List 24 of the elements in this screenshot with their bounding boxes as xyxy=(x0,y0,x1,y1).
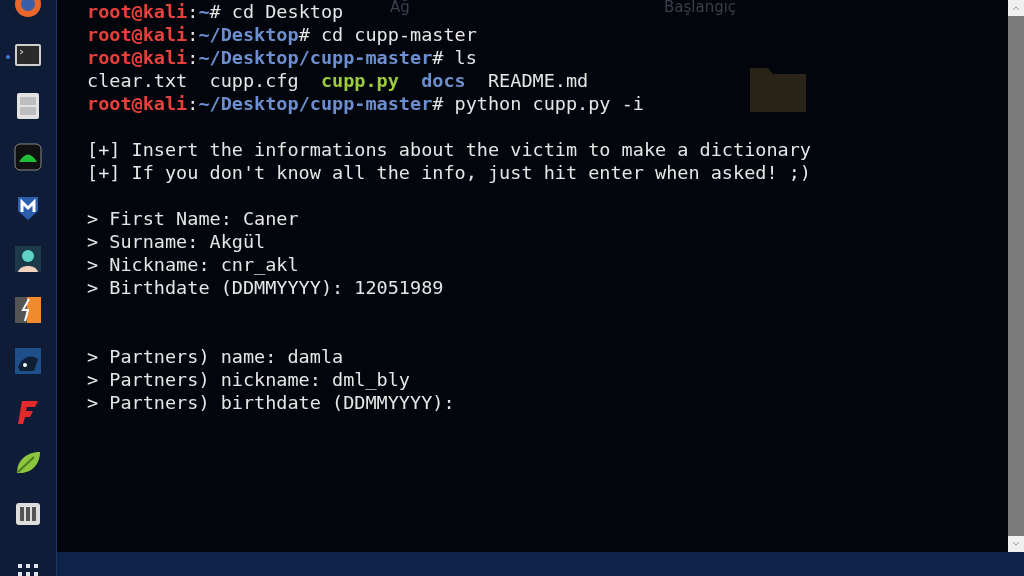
terminal-line: > Partners) nickname: dml_bly xyxy=(87,368,410,391)
terminal-line: > Birthdate (DDMMYYYY): 12051989 xyxy=(87,276,444,299)
terminal-line: > Nickname: cnr_akl xyxy=(87,253,299,276)
creature-icon[interactable] xyxy=(14,347,42,375)
terminal-line: root@kali:~/Desktop/cupp-master# ls xyxy=(87,46,477,69)
terminal-icon[interactable] xyxy=(14,41,42,69)
panel-icon[interactable] xyxy=(14,500,42,528)
terminal-line: > Partners) name: damla xyxy=(87,345,344,368)
desktop-label: Başlangıç xyxy=(664,0,737,18)
app-grid-icon[interactable] xyxy=(17,562,39,576)
desktop-label: Ağ xyxy=(390,0,410,18)
terminal-line: [+] Insert the informations about the victim to make a dictionary xyxy=(87,138,811,161)
lightning-icon[interactable] xyxy=(14,296,42,324)
terminal-line: > Surname: Akgül xyxy=(87,230,266,253)
cabinet-icon[interactable] xyxy=(14,92,42,120)
terminal-line: clear.txt cupp.cfg cupp.py docs README.md xyxy=(87,69,589,92)
terminal-line: root@kali:~/Desktop# cd cupp-master xyxy=(87,23,477,46)
terminal-line: > Partners) birthdate (DDMMYYYY): xyxy=(87,391,455,414)
terminal-line: root@kali:~/Desktop/cupp-master# python cupp.py -i xyxy=(87,92,644,115)
terminal-line: [+] If you don't know all the info, just hit enter when asked! ;) xyxy=(87,161,811,184)
terminal-line: root@kali:~# cd Desktop xyxy=(87,0,344,23)
monitor-icon[interactable] xyxy=(14,143,42,171)
terminal-line: > First Name: Caner xyxy=(87,207,299,230)
avatar-icon[interactable] xyxy=(14,245,42,273)
